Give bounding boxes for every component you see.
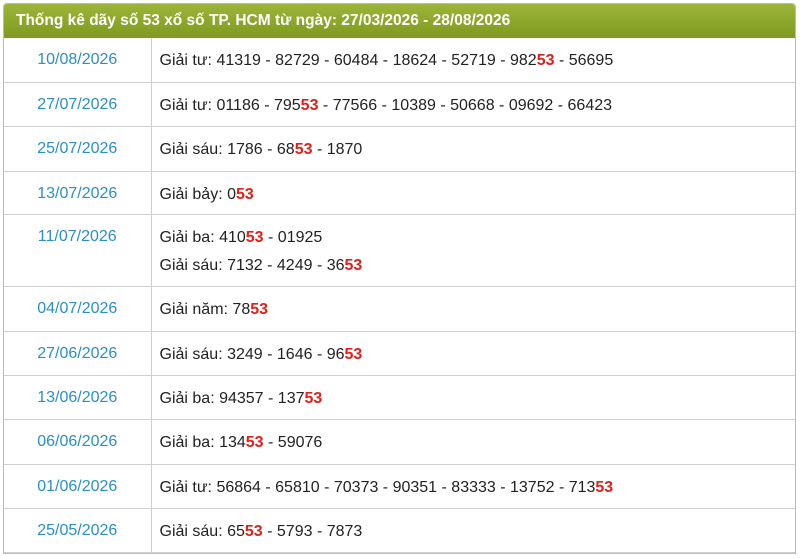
- prize-line: Giải ba: 13453 - 59076: [160, 433, 796, 453]
- highlighted-number: 53: [300, 96, 319, 114]
- highlighted-number: 53: [244, 522, 263, 540]
- highlighted-number: 53: [304, 389, 323, 407]
- prize-text-suffix: - 77566 - 10389 - 50668 - 09692 - 66423: [318, 96, 613, 114]
- prize-results: Giải sáu: 3249 - 1646 - 9653: [150, 330, 796, 376]
- table-row: 01/06/2026 Giải tư: 56864 - 65810 - 70373…: [4, 463, 796, 509]
- prize-text: Giải bảy: 0: [159, 185, 236, 203]
- prize-line: Giải ba: 94357 - 13753: [160, 389, 796, 409]
- draw-date: 25/05/2026: [4, 507, 152, 553]
- highlighted-number: 53: [344, 345, 363, 363]
- draw-date: 04/07/2026: [4, 285, 152, 332]
- table-row: 11/07/2026 Giải ba: 41053 - 01925 Giải sáu…: [4, 213, 796, 287]
- highlighted-number: 53: [250, 300, 269, 318]
- prize-results: Giải ba: 41053 - 01925 Giải sáu: 7132 - 4…: [150, 213, 796, 287]
- table-row: 04/07/2026 Giải năm: 7853: [4, 285, 796, 332]
- prize-results: Giải sáu: 6553 - 5793 - 7873: [150, 507, 796, 553]
- table-row: 06/06/2026 Giải ba: 13453 - 59076: [4, 418, 796, 465]
- draw-date: 06/06/2026: [4, 418, 152, 465]
- prize-text: Giải tư: 01186 - 795: [159, 96, 301, 114]
- prize-line: Giải năm: 7853: [160, 300, 796, 320]
- stats-table-container: Thống kê dãy số 53 xổ số TP. HCM từ ngày…: [3, 3, 796, 554]
- table-row: 25/07/2026 Giải sáu: 1786 - 6853 - 1870: [4, 125, 796, 172]
- prize-line: Giải ba: 41053 - 01925: [160, 228, 796, 248]
- highlighted-number: 53: [245, 433, 264, 451]
- prize-text: Giải sáu: 7132 - 4249 - 36: [159, 256, 345, 274]
- draw-date: 25/07/2026: [4, 125, 152, 172]
- prize-text: Giải tư: 41319 - 82729 - 60484 - 18624 -…: [159, 52, 537, 69]
- prize-text: Giải sáu: 1786 - 68: [159, 140, 295, 158]
- prize-line: Giải sáu: 7132 - 4249 - 3653: [160, 256, 796, 276]
- prize-text-suffix: - 1870: [312, 140, 363, 158]
- prize-text: Giải ba: 410: [159, 228, 246, 246]
- prize-results: Giải năm: 7853: [150, 285, 796, 332]
- prize-results: Giải ba: 13453 - 59076: [150, 418, 796, 465]
- prize-line: Giải sáu: 1786 - 6853 - 1870: [160, 140, 796, 160]
- prize-text: Giải ba: 134: [159, 433, 246, 451]
- prize-text: Giải ba: 94357 - 137: [159, 389, 305, 407]
- prize-text-suffix: - 56695: [554, 52, 614, 69]
- draw-date: 13/07/2026: [4, 170, 152, 215]
- prize-results: Giải sáu: 1786 - 6853 - 1870: [150, 125, 796, 172]
- table-row: 27/06/2026 Giải sáu: 3249 - 1646 - 9653: [4, 330, 796, 376]
- table-row: 25/05/2026 Giải sáu: 6553 - 5793 - 7873: [4, 507, 796, 553]
- prize-line: Giải sáu: 6553 - 5793 - 7873: [160, 522, 796, 542]
- prize-results: Giải tư: 56864 - 65810 - 70373 - 90351 -…: [150, 463, 796, 509]
- draw-date: 01/06/2026: [4, 463, 152, 509]
- highlighted-number: 53: [344, 256, 363, 274]
- prize-text: Giải sáu: 3249 - 1646 - 96: [159, 345, 345, 363]
- prize-line: Giải tư: 41319 - 82729 - 60484 - 18624 -…: [160, 51, 796, 71]
- prize-results: Giải bảy: 053: [150, 170, 796, 215]
- table-title: Thống kê dãy số 53 xổ số TP. HCM từ ngày…: [4, 4, 795, 38]
- prize-text-suffix: - 01925: [263, 228, 323, 246]
- table-row: 13/06/2026 Giải ba: 94357 - 13753: [4, 374, 796, 420]
- highlighted-number: 53: [536, 52, 555, 69]
- table-row: 13/07/2026 Giải bảy: 053: [4, 170, 796, 215]
- draw-date: 13/06/2026: [4, 374, 152, 420]
- prize-text: Giải tư: 56864 - 65810 - 70373 - 90351 -…: [159, 478, 596, 496]
- prize-text: Giải năm: 78: [159, 300, 251, 318]
- table-row: 10/08/2026 Giải tư: 41319 - 82729 - 60484…: [4, 38, 796, 83]
- highlighted-number: 53: [235, 185, 254, 203]
- results-table-body: 10/08/2026 Giải tư: 41319 - 82729 - 60484…: [4, 38, 796, 553]
- prize-results: Giải tư: 41319 - 82729 - 60484 - 18624 -…: [150, 38, 796, 83]
- prize-line: Giải tư: 01186 - 79553 - 77566 - 10389 -…: [160, 96, 796, 116]
- draw-date: 27/06/2026: [4, 330, 152, 376]
- prize-text: Giải sáu: 65: [159, 522, 245, 540]
- prize-line: Giải bảy: 053: [160, 185, 796, 205]
- prize-results: Giải ba: 94357 - 13753: [150, 374, 796, 420]
- draw-date: 10/08/2026: [4, 38, 152, 83]
- table-row: 27/07/2026 Giải tư: 01186 - 79553 - 77566…: [4, 81, 796, 127]
- prize-text-suffix: - 5793 - 7873: [262, 522, 363, 540]
- draw-date: 27/07/2026: [4, 81, 152, 127]
- prize-line: Giải sáu: 3249 - 1646 - 9653: [160, 345, 796, 365]
- prize-line: Giải tư: 56864 - 65810 - 70373 - 90351 -…: [160, 478, 796, 498]
- highlighted-number: 53: [245, 228, 264, 246]
- prize-text-suffix: - 59076: [263, 433, 323, 451]
- results-table: 10/08/2026 Giải tư: 41319 - 82729 - 60484…: [4, 38, 795, 553]
- highlighted-number: 53: [294, 140, 313, 158]
- highlighted-number: 53: [595, 478, 614, 496]
- draw-date: 11/07/2026: [4, 213, 152, 287]
- prize-results: Giải tư: 01186 - 79553 - 77566 - 10389 -…: [150, 81, 796, 127]
